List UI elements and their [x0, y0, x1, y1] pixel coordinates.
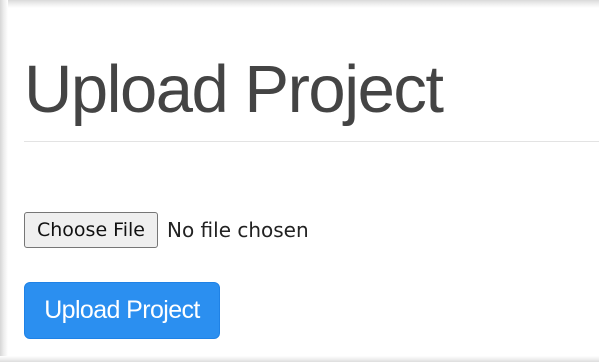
title-divider: [24, 141, 599, 142]
upload-project-page: Upload Project Choose File No file chose…: [0, 0, 599, 362]
choose-file-button[interactable]: Choose File: [24, 211, 158, 248]
window-edge-shadow-top: [0, 0, 599, 8]
upload-project-button[interactable]: Upload Project: [24, 282, 220, 339]
page-title: Upload Project: [24, 52, 444, 127]
file-input[interactable]: Choose File No file chosen: [24, 211, 309, 248]
window-edge-shadow-left: [0, 0, 8, 362]
file-status-text: No file chosen: [166, 217, 309, 242]
window-edge-shadow-bottom: [0, 356, 599, 362]
